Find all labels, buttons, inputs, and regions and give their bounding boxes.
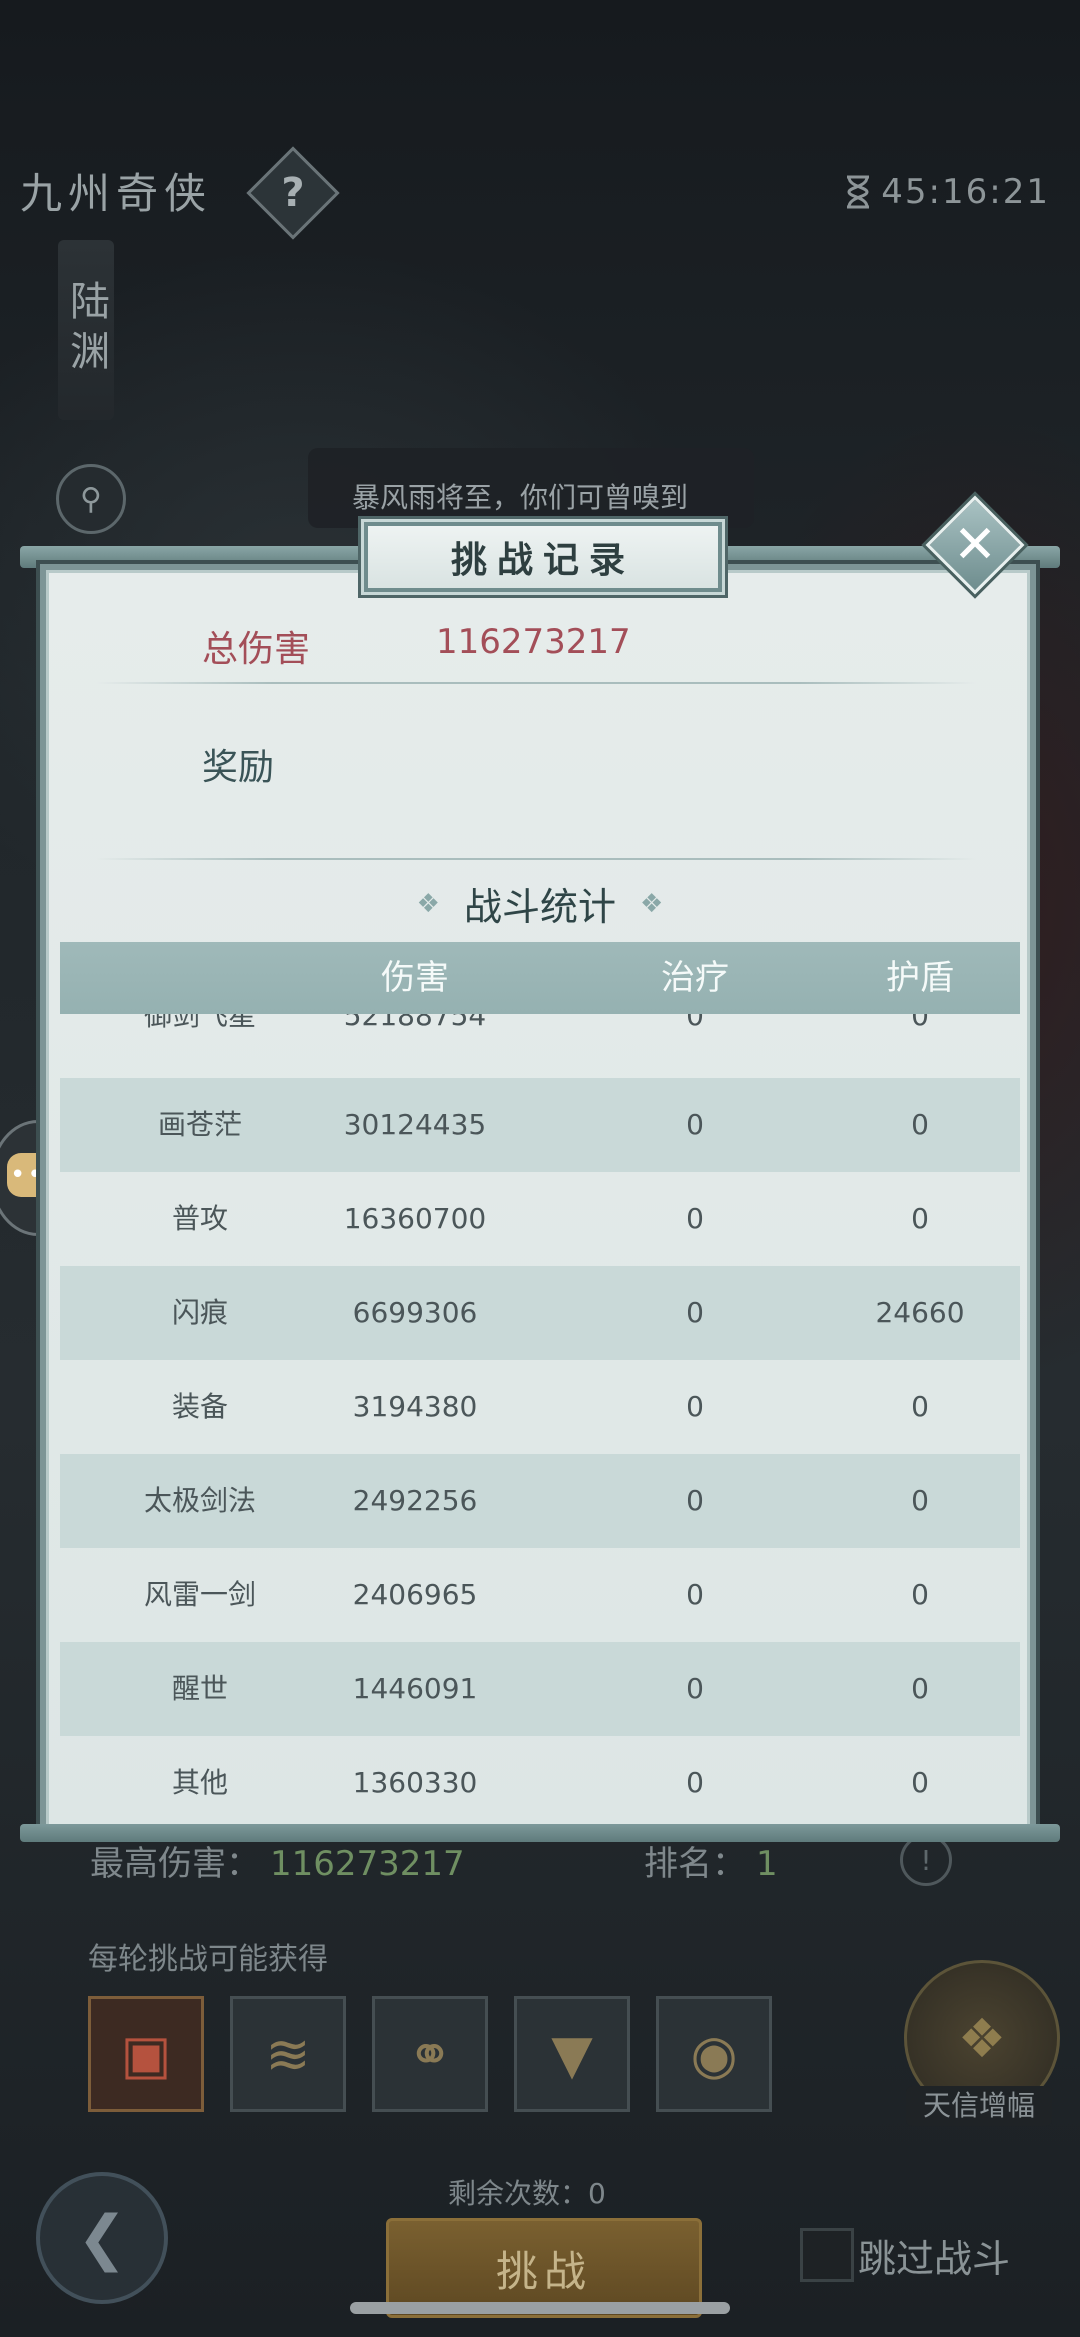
- stats-table-header: 伤害 治疗 护盾: [60, 942, 1020, 1014]
- cell-skill: 醒世: [171, 1672, 228, 1705]
- cell-damage: 30124435: [343, 1108, 487, 1141]
- table-row: 闪痕 6699306 0 24660: [60, 1266, 1020, 1360]
- scroll-bundle-icon[interactable]: ≋: [230, 1996, 346, 2112]
- cell-heal: 0: [686, 1766, 704, 1799]
- rank: 排名： 1: [644, 1836, 778, 1885]
- rank-label: 排名：: [644, 1844, 746, 1884]
- cell-heal: 0: [686, 1484, 704, 1517]
- cell-heal: 0: [686, 1672, 704, 1705]
- stats-table-body[interactable]: 御剑飞星 52188754 0 0 画苍茫 30124435 0 0 普攻 16…: [60, 1014, 1020, 1804]
- diamond-ornament-icon: ❖: [416, 888, 440, 919]
- diamond-ornament-icon: ❖: [640, 888, 664, 919]
- cell-heal: 0: [686, 1578, 704, 1611]
- cell-skill: 太极剑法: [143, 1484, 256, 1517]
- cell-heal: 0: [686, 1202, 704, 1235]
- cell-damage: 16360700: [343, 1202, 487, 1235]
- cell-skill: 闪痕: [171, 1296, 228, 1329]
- cell-shield: 0: [911, 1672, 929, 1705]
- hourglass-icon: [847, 175, 870, 209]
- column-header-damage: 伤害: [381, 958, 449, 998]
- reward-label: 奖励: [202, 747, 275, 788]
- cell-damage: 2406965: [352, 1578, 478, 1611]
- event-timer: 45:16:21: [845, 172, 1050, 212]
- panel-title: 挑战记录: [450, 539, 635, 581]
- divider: [96, 682, 976, 684]
- table-row: 其他 1360330 0 0: [60, 1736, 1020, 1804]
- cell-damage: 52188754: [343, 1014, 487, 1032]
- character-name-tag[interactable]: 陆渊: [58, 240, 114, 420]
- treasure-chest-icon[interactable]: ▣: [88, 1996, 204, 2112]
- panel-bottom-rail: [20, 1824, 1060, 1842]
- reward-hint: 每轮挑战可能获得: [88, 1942, 328, 1977]
- remaining-attempts: 剩余次数：0: [448, 2172, 606, 2212]
- panel-title-plaque: 挑战记录: [364, 522, 722, 592]
- cell-damage: 1446091: [352, 1672, 478, 1705]
- total-damage-label: 总伤害: [202, 629, 311, 670]
- search-icon[interactable]: ⚲: [56, 464, 126, 534]
- cell-heal: 0: [686, 1390, 704, 1423]
- jade-token-icon[interactable]: ⚭: [372, 1996, 488, 2112]
- cell-heal: 0: [686, 1296, 704, 1329]
- table-row: 装备 3194380 0 0: [60, 1360, 1020, 1454]
- cell-shield: 0: [911, 1014, 929, 1032]
- npc-dialog: 暴风雨将至，你们可曾嗅到: [308, 448, 754, 528]
- table-row: 普攻 16360700 0 0: [60, 1172, 1020, 1266]
- cell-skill: 普攻: [171, 1202, 228, 1235]
- battle-stats-title: ❖ 战斗统计 ❖: [0, 876, 1080, 931]
- help-icon: ?: [281, 170, 305, 216]
- column-header-skill: [60, 942, 340, 1014]
- buff-label: 天信增幅: [906, 2086, 1052, 2126]
- total-damage-value: 116273217: [436, 622, 631, 662]
- best-damage-value: 116273217: [270, 1844, 465, 1884]
- table-row: 醒世 1446091 0 0: [60, 1642, 1020, 1736]
- cell-skill: 其他: [171, 1766, 228, 1799]
- cell-damage: 2492256: [352, 1484, 478, 1517]
- copper-coin-icon[interactable]: ◉: [656, 1996, 772, 2112]
- goblet-icon[interactable]: ▼: [514, 1996, 630, 2112]
- table-row: 御剑飞星 52188754 0 0: [60, 1014, 1020, 1048]
- close-icon: ✕: [953, 515, 997, 575]
- cell-skill: 风雷一剑: [143, 1578, 256, 1611]
- skip-battle-label[interactable]: 跳过战斗: [858, 2228, 1010, 2283]
- cell-skill: 画苍茫: [157, 1108, 242, 1141]
- cell-shield: 0: [911, 1108, 929, 1141]
- cell-skill: 装备: [171, 1390, 228, 1423]
- back-button[interactable]: ❮: [36, 2172, 168, 2304]
- rank-value: 1: [756, 1844, 778, 1884]
- cell-shield: 0: [911, 1390, 929, 1423]
- column-header-shield: 护盾: [886, 958, 954, 998]
- best-damage: 最高伤害： 116273217: [90, 1836, 465, 1885]
- cell-shield: 0: [911, 1766, 929, 1799]
- game-title: 九州奇侠: [20, 169, 213, 218]
- cell-shield: 0: [911, 1202, 929, 1235]
- cell-damage: 1360330: [352, 1766, 478, 1799]
- battle-stats-title-text: 战斗统计: [463, 885, 616, 929]
- cell-damage: 3194380: [352, 1390, 478, 1423]
- cell-shield: 0: [911, 1484, 929, 1517]
- remaining-value: 0: [588, 2177, 606, 2210]
- skip-battle-checkbox[interactable]: [800, 2228, 854, 2282]
- reward-items: ▣ ≋ ⚭ ▼ ◉: [88, 1996, 772, 2112]
- remaining-label: 剩余次数：: [448, 2177, 589, 2210]
- cell-shield: 24660: [875, 1296, 965, 1329]
- home-indicator[interactable]: [350, 2302, 730, 2314]
- best-damage-label: 最高伤害：: [90, 1844, 260, 1884]
- divider: [96, 858, 976, 860]
- cell-damage: 6699306: [352, 1296, 478, 1329]
- column-header-heal: 治疗: [661, 958, 729, 998]
- table-row: 画苍茫 30124435 0 0: [60, 1078, 1020, 1172]
- timer-text: 45:16:21: [881, 172, 1050, 212]
- table-row: 太极剑法 2492256 0 0: [60, 1454, 1020, 1548]
- cell-skill: 御剑飞星: [143, 1014, 256, 1032]
- cell-shield: 0: [911, 1578, 929, 1611]
- cell-heal: 0: [686, 1108, 704, 1141]
- table-row: 风雷一剑 2406965 0 0: [60, 1548, 1020, 1642]
- cell-heal: 0: [686, 1014, 704, 1032]
